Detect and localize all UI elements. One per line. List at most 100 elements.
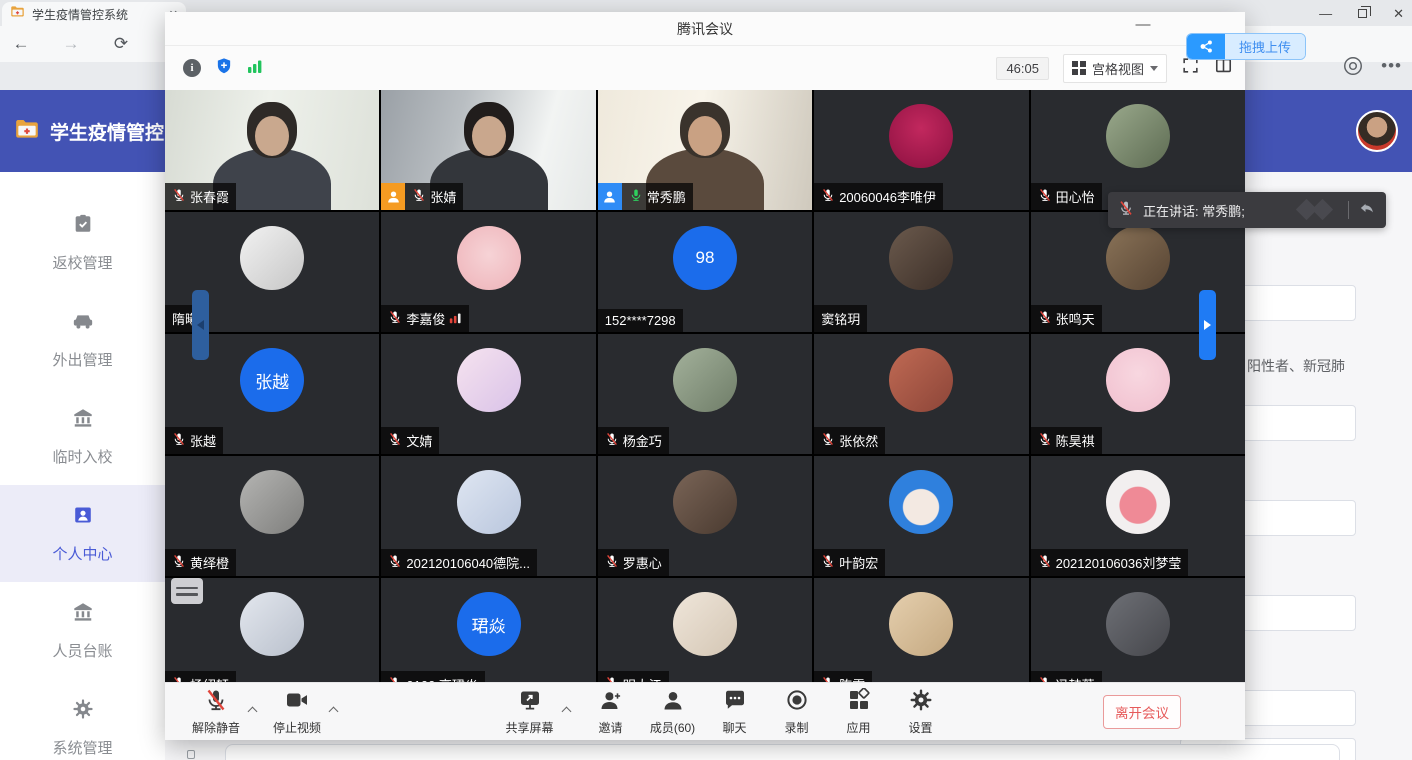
app-logo-folder-icon: [14, 116, 40, 147]
sidebar-item-5[interactable]: 人员台账: [0, 582, 165, 679]
reload-button[interactable]: ⟳: [108, 31, 134, 57]
participant-label-row: 张鸣天: [1031, 305, 1102, 332]
meeting-minimize-icon[interactable]: —: [1129, 16, 1157, 40]
participant-tile[interactable]: 20060046李唯伊: [814, 90, 1028, 210]
participant-name-label: 文婧: [381, 427, 439, 454]
participant-name-label: 张越: [165, 427, 223, 454]
invite-button[interactable]: 邀请: [580, 688, 642, 736]
participant-tile[interactable]: 罗惠心: [598, 456, 812, 576]
view-mode-dropdown[interactable]: 宫格视图: [1063, 54, 1167, 83]
participant-name-label: 张婧: [405, 183, 463, 210]
participant-tile[interactable]: 98152****7298: [598, 212, 812, 332]
meeting-toolbar: 解除静音 停止视频 共享屏幕 邀请成员(60)聊天录制应用设置 离开会议: [165, 682, 1245, 740]
chevron-up-icon[interactable]: [248, 707, 258, 717]
meeting-subbar: i 46:05 宫格视图: [165, 46, 1245, 90]
grid-view-icon: [1072, 61, 1086, 75]
participant-name: 叶韵宏: [839, 553, 878, 572]
participant-tile[interactable]: 常秀鹏: [598, 90, 812, 210]
leave-meeting-button[interactable]: 离开会议: [1103, 695, 1181, 729]
participant-label-row: 202120106036刘梦莹: [1031, 549, 1189, 576]
participant-label-row: 罗惠心: [598, 549, 669, 576]
participant-tile[interactable]: 陈雯: [814, 578, 1028, 698]
video-button[interactable]: 停止视频: [266, 688, 328, 736]
sidebar-item-1[interactable]: 返校管理: [0, 194, 165, 291]
browser-logo-icon[interactable]: [1342, 55, 1364, 82]
participant-label-row: 田心怡: [1031, 183, 1102, 210]
drag-upload-button[interactable]: 拖拽上传: [1186, 33, 1306, 60]
participant-name-label: 黄绎橙: [165, 549, 236, 576]
reply-arrow-icon[interactable]: [1358, 199, 1376, 222]
speaking-toast: 正在讲话: 常秀鹏;: [1108, 192, 1386, 228]
participant-avatar: [889, 104, 953, 168]
toolbar-button-label: 共享屏幕: [505, 719, 553, 736]
participant-tile[interactable]: 叶韵宏: [814, 456, 1028, 576]
toolbar-button-label: 停止视频: [273, 719, 321, 736]
list-view-overlay-icon[interactable]: [171, 578, 203, 604]
back-button[interactable]: ←: [8, 31, 34, 57]
toolbar-button-label: 解除静音: [192, 719, 240, 736]
participant-avatar: [673, 592, 737, 656]
settings-button[interactable]: 设置: [890, 688, 952, 736]
sidebar: 返校管理外出管理临时入校个人中心人员台账系统管理: [0, 172, 165, 760]
participant-tile[interactable]: 张依然: [814, 334, 1028, 454]
network-signal-icon[interactable]: [247, 58, 263, 79]
window-minimize-icon[interactable]: —: [1319, 7, 1332, 20]
participant-name-label: 张春霞: [165, 183, 236, 210]
participant-name-label: 杨金巧: [598, 427, 669, 454]
participant-avatar: [240, 592, 304, 656]
sidebar-item-4[interactable]: 个人中心: [0, 485, 165, 582]
user-avatar[interactable]: [1356, 110, 1398, 152]
participant-tile[interactable]: 张春霞: [165, 90, 379, 210]
participant-tile[interactable]: 202120106040德院...: [381, 456, 595, 576]
clipboard-check-icon: [72, 213, 94, 239]
participant-tile[interactable]: 李嘉俊: [381, 212, 595, 332]
participant-tile[interactable]: 202120106036刘梦莹: [1031, 456, 1245, 576]
meeting-info-icon[interactable]: i: [183, 59, 201, 77]
chevron-up-icon[interactable]: [329, 707, 339, 717]
sidebar-item-6[interactable]: 系统管理: [0, 679, 165, 760]
share-button[interactable]: 共享屏幕: [499, 688, 561, 736]
forward-button[interactable]: →: [58, 31, 84, 57]
chat-button[interactable]: 聊天: [704, 688, 766, 736]
page-textarea[interactable]: [225, 744, 1340, 760]
window-restore-icon[interactable]: [1358, 9, 1367, 18]
window-controls: — ✕: [1319, 0, 1404, 26]
participant-name-label: 李嘉俊: [381, 305, 469, 332]
participant-tile[interactable]: 文婧: [381, 334, 595, 454]
form-hint-text: 阳性者、新冠肺: [1247, 356, 1407, 376]
participant-name: 张婧: [430, 187, 456, 206]
toolbar-button-label: 设置: [908, 719, 932, 736]
sidebar-item-3[interactable]: 临时入校: [0, 388, 165, 485]
participant-name-label: 陈昊祺: [1031, 427, 1102, 454]
participant-name: 文婧: [406, 431, 432, 450]
sidebar-item-2[interactable]: 外出管理: [0, 291, 165, 388]
participant-tile[interactable]: 黄绎橙: [165, 456, 379, 576]
invite-icon: [599, 688, 623, 717]
window-close-icon[interactable]: ✕: [1393, 7, 1404, 20]
participant-tile[interactable]: 杨金巧: [598, 334, 812, 454]
members-button[interactable]: 成员(60): [642, 688, 704, 736]
page-mini-icon: [187, 750, 195, 759]
browser-menu-icon[interactable]: •••: [1381, 56, 1402, 76]
chevron-up-icon[interactable]: [561, 707, 571, 717]
participant-tile[interactable]: 珺焱0100 高珺焱: [381, 578, 595, 698]
mic-muted-icon: [1038, 188, 1052, 205]
participant-tile[interactable]: 窦铭玥: [814, 212, 1028, 332]
participant-name: 202120106040德院...: [406, 553, 530, 572]
page-next-arrow[interactable]: [1199, 290, 1216, 360]
mic-muted-icon: [1118, 200, 1134, 221]
meeting-logo-watermark-icon: [1295, 200, 1339, 220]
apps-button[interactable]: 应用: [828, 688, 890, 736]
meeting-titlebar: 腾讯会议 —: [165, 12, 1245, 46]
mic-muted-icon: [388, 310, 402, 327]
security-shield-icon[interactable]: [215, 57, 233, 80]
participant-tile[interactable]: 张婧: [381, 90, 595, 210]
participant-tile[interactable]: 明大江: [598, 578, 812, 698]
participant-tile[interactable]: 冯韩薇: [1031, 578, 1245, 698]
participant-label-row: 20060046李唯伊: [814, 183, 943, 210]
unmute-button[interactable]: 解除静音: [185, 688, 247, 736]
participant-name-label: 202120106036刘梦莹: [1031, 549, 1189, 576]
page-prev-arrow[interactable]: [192, 290, 209, 360]
browser-tab[interactable]: 学生疫情管控系统 ✕: [2, 2, 186, 26]
record-button[interactable]: 录制: [766, 688, 828, 736]
